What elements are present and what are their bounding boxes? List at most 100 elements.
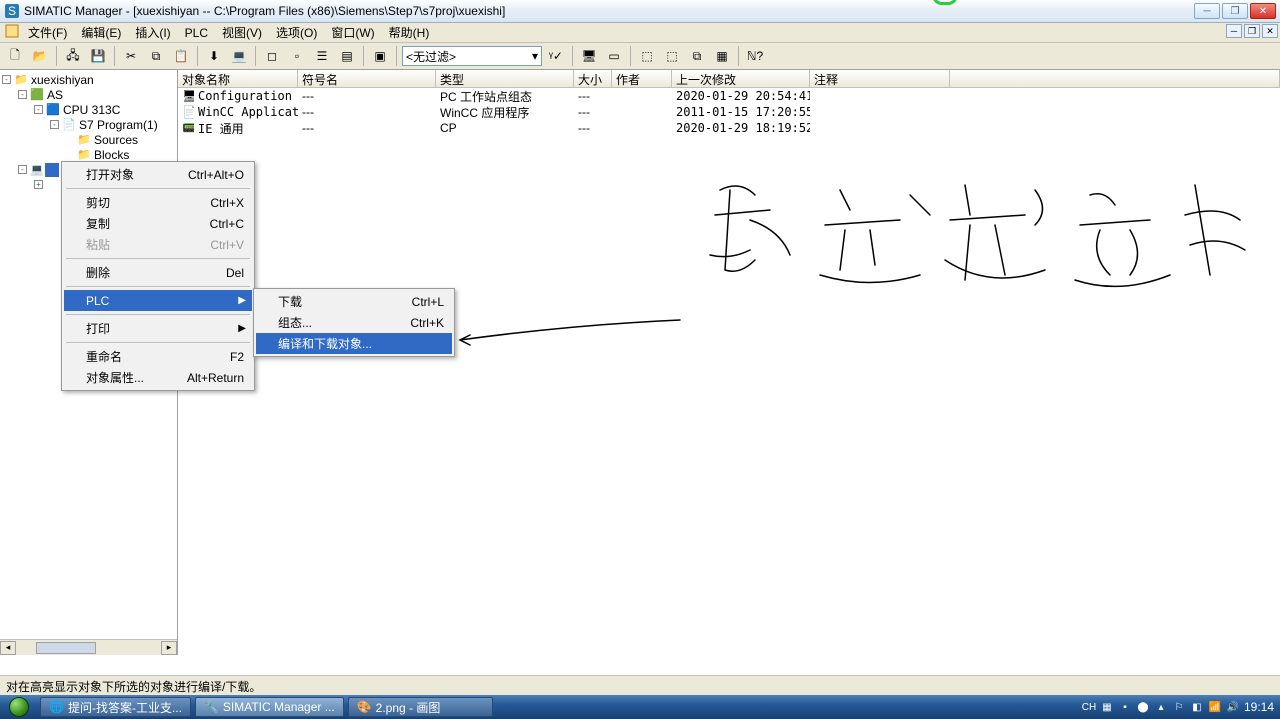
small-icon-button[interactable]: ▫ [286,45,308,67]
details-button[interactable]: ▤ [336,45,358,67]
menu-edit[interactable]: 编辑(E) [75,22,127,43]
filter-select[interactable]: <无过滤>▾ [402,46,542,66]
tree-sources[interactable]: 📁 Sources [0,132,177,147]
simulation-button[interactable]: 🖥 [578,45,600,67]
tree-as[interactable]: - 🟩 AS [0,87,177,102]
up-button[interactable]: ▣ [369,45,391,67]
ctx-copy[interactable]: 复制Ctrl+C [64,213,252,234]
cell-mod: 2020-01-29 18:19:52 [672,121,810,135]
cut-button[interactable]: ✂ [120,45,142,67]
col-author[interactable]: 作者 [612,70,672,87]
cascade-button[interactable]: ⧉ [686,45,708,67]
scroll-left-button[interactable]: ◂ [0,641,16,655]
tree-hscrollbar[interactable]: ◂ ▸ [0,639,177,655]
tree-blocks[interactable]: 📁 Blocks [0,147,177,162]
mdi-restore-button[interactable]: ❐ [1244,24,1260,38]
cell-sym: --- [298,105,436,119]
list-row[interactable]: 📄 WinCC Application --- WinCC 应用程序 --- 2… [178,104,1280,120]
tray-icon[interactable]: ⬤ [1136,700,1150,714]
large-icon-button[interactable]: ◻ [261,45,283,67]
menu-window[interactable]: 窗口(W) [325,22,380,43]
col-type[interactable]: 类型 [436,70,574,87]
filter-button[interactable]: ᵞ✓ [545,45,567,67]
ctx-print[interactable]: 打印▶ [64,318,252,339]
menu-options[interactable]: 选项(O) [270,22,323,43]
ctx-properties[interactable]: 对象属性...Alt+Return [64,367,252,388]
ime-indicator[interactable]: CH [1082,700,1096,714]
col-sym[interactable]: 符号名 [298,70,436,87]
list-row[interactable]: 🖥 Configuration --- PC 工作站点组态 --- 2020-0… [178,88,1280,104]
tray-icon[interactable]: ▪ [1118,700,1132,714]
ctx-open-object[interactable]: 打开对象Ctrl+Alt+O [64,164,252,185]
tree-root[interactable]: - 📁 xuexishiyan [0,72,177,87]
cell-size: --- [574,105,612,119]
project-icon: 📁 [13,73,29,87]
menu-file[interactable]: 文件(F) [22,22,73,43]
open-button[interactable]: 📂 [29,45,51,67]
tile-h-button[interactable]: ⬚ [636,45,658,67]
menu-help[interactable]: 帮助(H) [383,22,436,43]
collapse-icon[interactable]: - [34,105,43,114]
col-name[interactable]: 对象名称 [178,70,298,87]
volume-icon[interactable]: 🔊 [1226,700,1240,714]
menu-view[interactable]: 视图(V) [216,22,268,43]
taskbar-item-simatic[interactable]: 🔧SIMATIC Manager ... [195,697,344,717]
menu-plc[interactable]: PLC [179,24,214,42]
status-text: 对在高亮显示对象下所选的对象进行编译/下载。 [6,680,261,694]
tree-as-label: AS [45,88,65,102]
expand-icon[interactable]: + [34,180,43,189]
maximize-button[interactable]: ❐ [1222,3,1248,19]
ctx-compile-download[interactable]: 编译和下载对象... [256,333,452,354]
start-button[interactable] [0,695,38,719]
col-modified[interactable]: 上一次修改 [672,70,810,87]
menu-insert[interactable]: 插入(I) [129,22,176,43]
new-button[interactable]: 🗋 [4,45,26,67]
tray-icon[interactable]: ▴ [1154,700,1168,714]
taskbar: 🌐提问-找答案-工业支... 🔧SIMATIC Manager ... 🎨2.p… [0,695,1280,719]
arrange-button[interactable]: ▦ [711,45,733,67]
flag-icon[interactable]: ⚐ [1172,700,1186,714]
collapse-icon[interactable]: - [18,165,27,174]
collapse-icon[interactable]: - [2,75,11,84]
toolbar: 🗋 📂 🖧 💾 ✂ ⧉ 📋 ⬇ 💻 ◻ ▫ ☰ ▤ ▣ <无过滤>▾ ᵞ✓ 🖥 … [0,43,1280,70]
tray-icon[interactable]: ◧ [1190,700,1204,714]
network-icon[interactable]: 📶 [1208,700,1222,714]
memory-card-button[interactable]: 💾 [87,45,109,67]
ctx-rename[interactable]: 重命名F2 [64,346,252,367]
ctx-download[interactable]: 下载Ctrl+L [256,291,452,312]
keyboard-icon[interactable]: ▦ [1100,700,1114,714]
tree-program[interactable]: - 📄 S7 Program(1) [0,117,177,132]
mdi-close-button[interactable]: ✕ [1262,24,1278,38]
help-button[interactable]: ℕ? [744,45,766,67]
separator [56,46,57,66]
scroll-thumb[interactable] [36,642,96,654]
taskbar-item-browser[interactable]: 🌐提问-找答案-工业支... [40,697,191,717]
collapse-icon[interactable]: - [18,90,27,99]
col-size[interactable]: 大小 [574,70,612,87]
context-menu: 打开对象Ctrl+Alt+O 剪切Ctrl+X 复制Ctrl+C 粘贴Ctrl+… [61,161,255,391]
list-button[interactable]: ☰ [311,45,333,67]
taskbar-item-paint[interactable]: 🎨2.png - 画图 [348,697,493,717]
tile-v-button[interactable]: ⬚ [661,45,683,67]
col-comment[interactable]: 注释 [810,70,950,87]
copy-button[interactable]: ⧉ [145,45,167,67]
ctx-delete[interactable]: 删除Del [64,262,252,283]
accessible-nodes-button[interactable]: 🖧 [62,45,84,67]
tree-cpu[interactable]: - 🟦 CPU 313C [0,102,177,117]
window-title: SIMATIC Manager - [xuexishiyan -- C:\Pro… [24,4,1194,18]
ctx-cut[interactable]: 剪切Ctrl+X [64,192,252,213]
configure-network-button[interactable]: ▭ [603,45,625,67]
online-button[interactable]: 💻 [228,45,250,67]
scroll-right-button[interactable]: ▸ [161,641,177,655]
ctx-configure[interactable]: 组态...Ctrl+K [256,312,452,333]
collapse-icon[interactable]: - [50,120,59,129]
close-button[interactable]: ✕ [1250,3,1276,19]
minimize-button[interactable]: ─ [1194,3,1220,19]
mdi-minimize-button[interactable]: ─ [1226,24,1242,38]
cpu-icon: 🟦 [45,103,61,117]
list-row[interactable]: 📟 IE 通用 --- CP --- 2020-01-29 18:19:52 [178,120,1280,136]
download-button[interactable]: ⬇ [203,45,225,67]
paste-button[interactable]: 📋 [170,45,192,67]
ctx-plc[interactable]: PLC▶ [64,290,252,311]
clock[interactable]: 19:14 [1244,700,1274,714]
